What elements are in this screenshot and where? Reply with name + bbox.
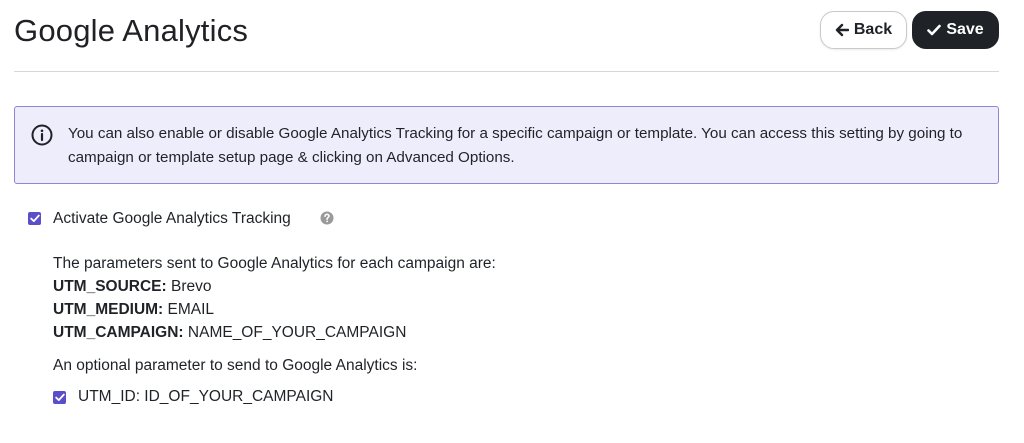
- param-value: EMAIL: [167, 301, 215, 318]
- save-button-label: Save: [946, 21, 984, 38]
- question-circle-icon[interactable]: [320, 211, 334, 225]
- param-value: Brevo: [170, 278, 212, 295]
- optional-param-intro: An optional parameter to send to Google …: [53, 357, 418, 374]
- utm-parameters-list: The parameters sent to Google Analytics …: [53, 252, 496, 344]
- checkmark-icon: [54, 389, 65, 407]
- param-value: NAME_OF_YOUR_CAMPAIGN: [187, 324, 407, 341]
- info-circle-icon: [31, 124, 53, 146]
- back-button[interactable]: Back: [820, 11, 907, 49]
- param-key: UTM_MEDIUM:: [53, 301, 164, 318]
- arrow-left-icon: [835, 23, 849, 37]
- checkmark-icon: [29, 210, 40, 228]
- check-icon: [927, 24, 942, 36]
- page-header: Google Analytics Back Save: [14, 0, 999, 72]
- google-analytics-settings-page: Google Analytics Back Save You can also …: [0, 0, 1024, 443]
- params-intro: The parameters sent to Google Analytics …: [53, 255, 496, 272]
- back-button-label: Back: [853, 21, 893, 38]
- param-row-utm-medium: UTM_MEDIUM: EMAIL: [53, 298, 496, 321]
- utm-id-label[interactable]: UTM_ID: ID_OF_YOUR_CAMPAIGN: [78, 386, 334, 408]
- param-key: UTM_SOURCE:: [53, 278, 167, 295]
- param-key: UTM_CAMPAIGN:: [53, 324, 184, 341]
- activate-tracking-checkbox[interactable]: [28, 212, 41, 225]
- info-banner-text: You can also enable or disable Google An…: [68, 125, 963, 166]
- param-row-utm-source: UTM_SOURCE: Brevo: [53, 275, 496, 298]
- utm-id-checkbox[interactable]: [53, 391, 66, 404]
- activate-tracking-label[interactable]: Activate Google Analytics Tracking: [53, 208, 291, 230]
- info-banner: You can also enable or disable Google An…: [14, 106, 999, 184]
- save-button[interactable]: Save: [912, 11, 999, 49]
- page-title: Google Analytics: [14, 13, 249, 48]
- param-row-utm-campaign: UTM_CAMPAIGN: NAME_OF_YOUR_CAMPAIGN: [53, 321, 496, 344]
